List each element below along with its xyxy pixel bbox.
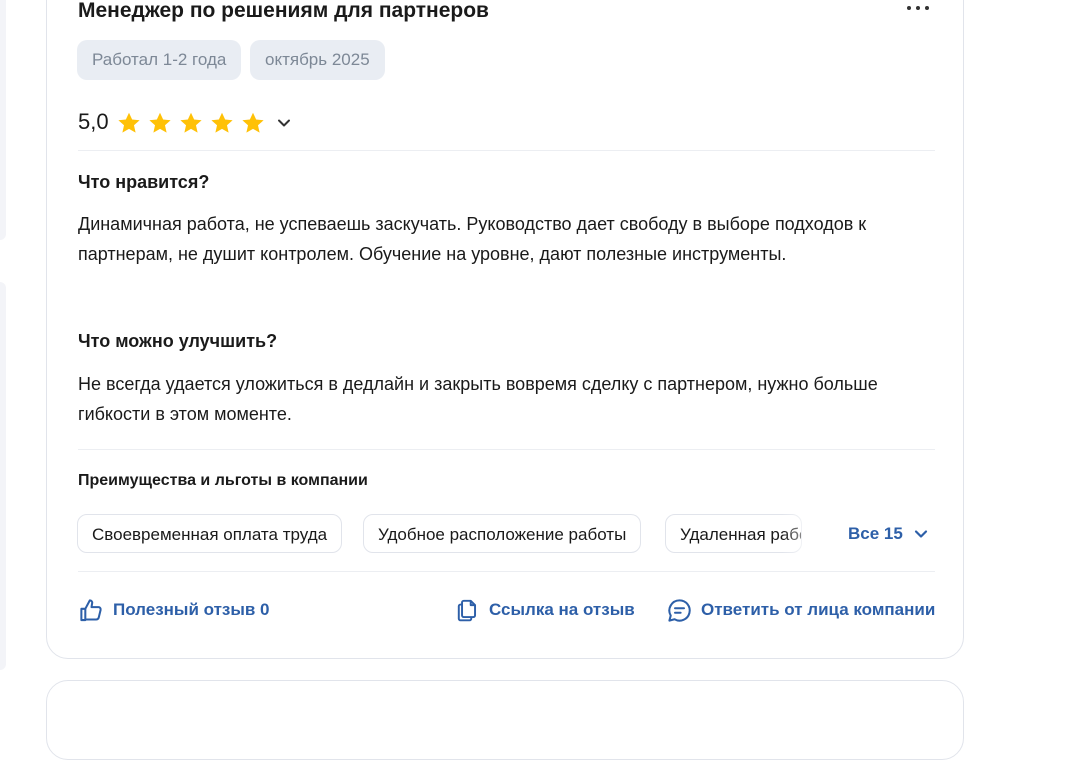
divider xyxy=(78,150,935,151)
thumbs-up-icon xyxy=(80,598,102,621)
tag-date: октябрь 2025 xyxy=(250,40,385,80)
review-link-button[interactable]: Ссылка на отзыв xyxy=(455,596,635,624)
reply-as-company-label: Ответить от лица компании xyxy=(701,600,936,619)
star-icon xyxy=(118,112,140,133)
likes-text: Динамичная работа, не успеваешь заскучат… xyxy=(78,214,867,264)
rating-value: 5,0 xyxy=(78,109,109,134)
reply-as-company-button[interactable]: Ответить от лица компании xyxy=(666,596,935,624)
chat-bubble-icon xyxy=(668,598,691,622)
next-review-card xyxy=(46,680,964,760)
left-panel-edge xyxy=(0,282,6,670)
benefits-heading: Преимущества и льготы в компании xyxy=(78,472,368,489)
benefit-chip: Удобное расположение работы xyxy=(363,514,642,553)
review-title: Менеджер по решениям для партнеров xyxy=(78,0,489,22)
star-icon xyxy=(211,112,233,133)
benefits-fade xyxy=(782,514,822,553)
copy-link-icon xyxy=(457,599,477,622)
star-icon xyxy=(242,112,264,133)
improve-text: Не всегда удается уложиться в дедлайн и … xyxy=(78,374,878,424)
left-panel-edge xyxy=(0,0,6,240)
helpful-review-label: Полезный отзыв 0 xyxy=(113,600,270,619)
helpful-review-button[interactable]: Полезный отзыв 0 xyxy=(78,596,270,624)
review-card xyxy=(46,0,964,659)
divider xyxy=(78,571,935,572)
all-benefits-button[interactable]: Все 15 xyxy=(848,524,903,544)
divider xyxy=(78,449,935,450)
review-link-label: Ссылка на отзыв xyxy=(489,600,635,619)
chevron-down-icon[interactable] xyxy=(911,524,931,544)
likes-heading: Что нравится? xyxy=(78,172,210,192)
star-icon xyxy=(149,112,171,133)
chevron-down-icon[interactable] xyxy=(274,113,294,133)
star-icon xyxy=(180,112,202,133)
benefit-chip: Своевременная оплата труда xyxy=(77,514,343,553)
more-dots-icon[interactable] xyxy=(903,0,933,16)
tag-experience: Работал 1-2 года xyxy=(77,40,242,80)
improve-heading: Что можно улучшить? xyxy=(78,331,278,351)
